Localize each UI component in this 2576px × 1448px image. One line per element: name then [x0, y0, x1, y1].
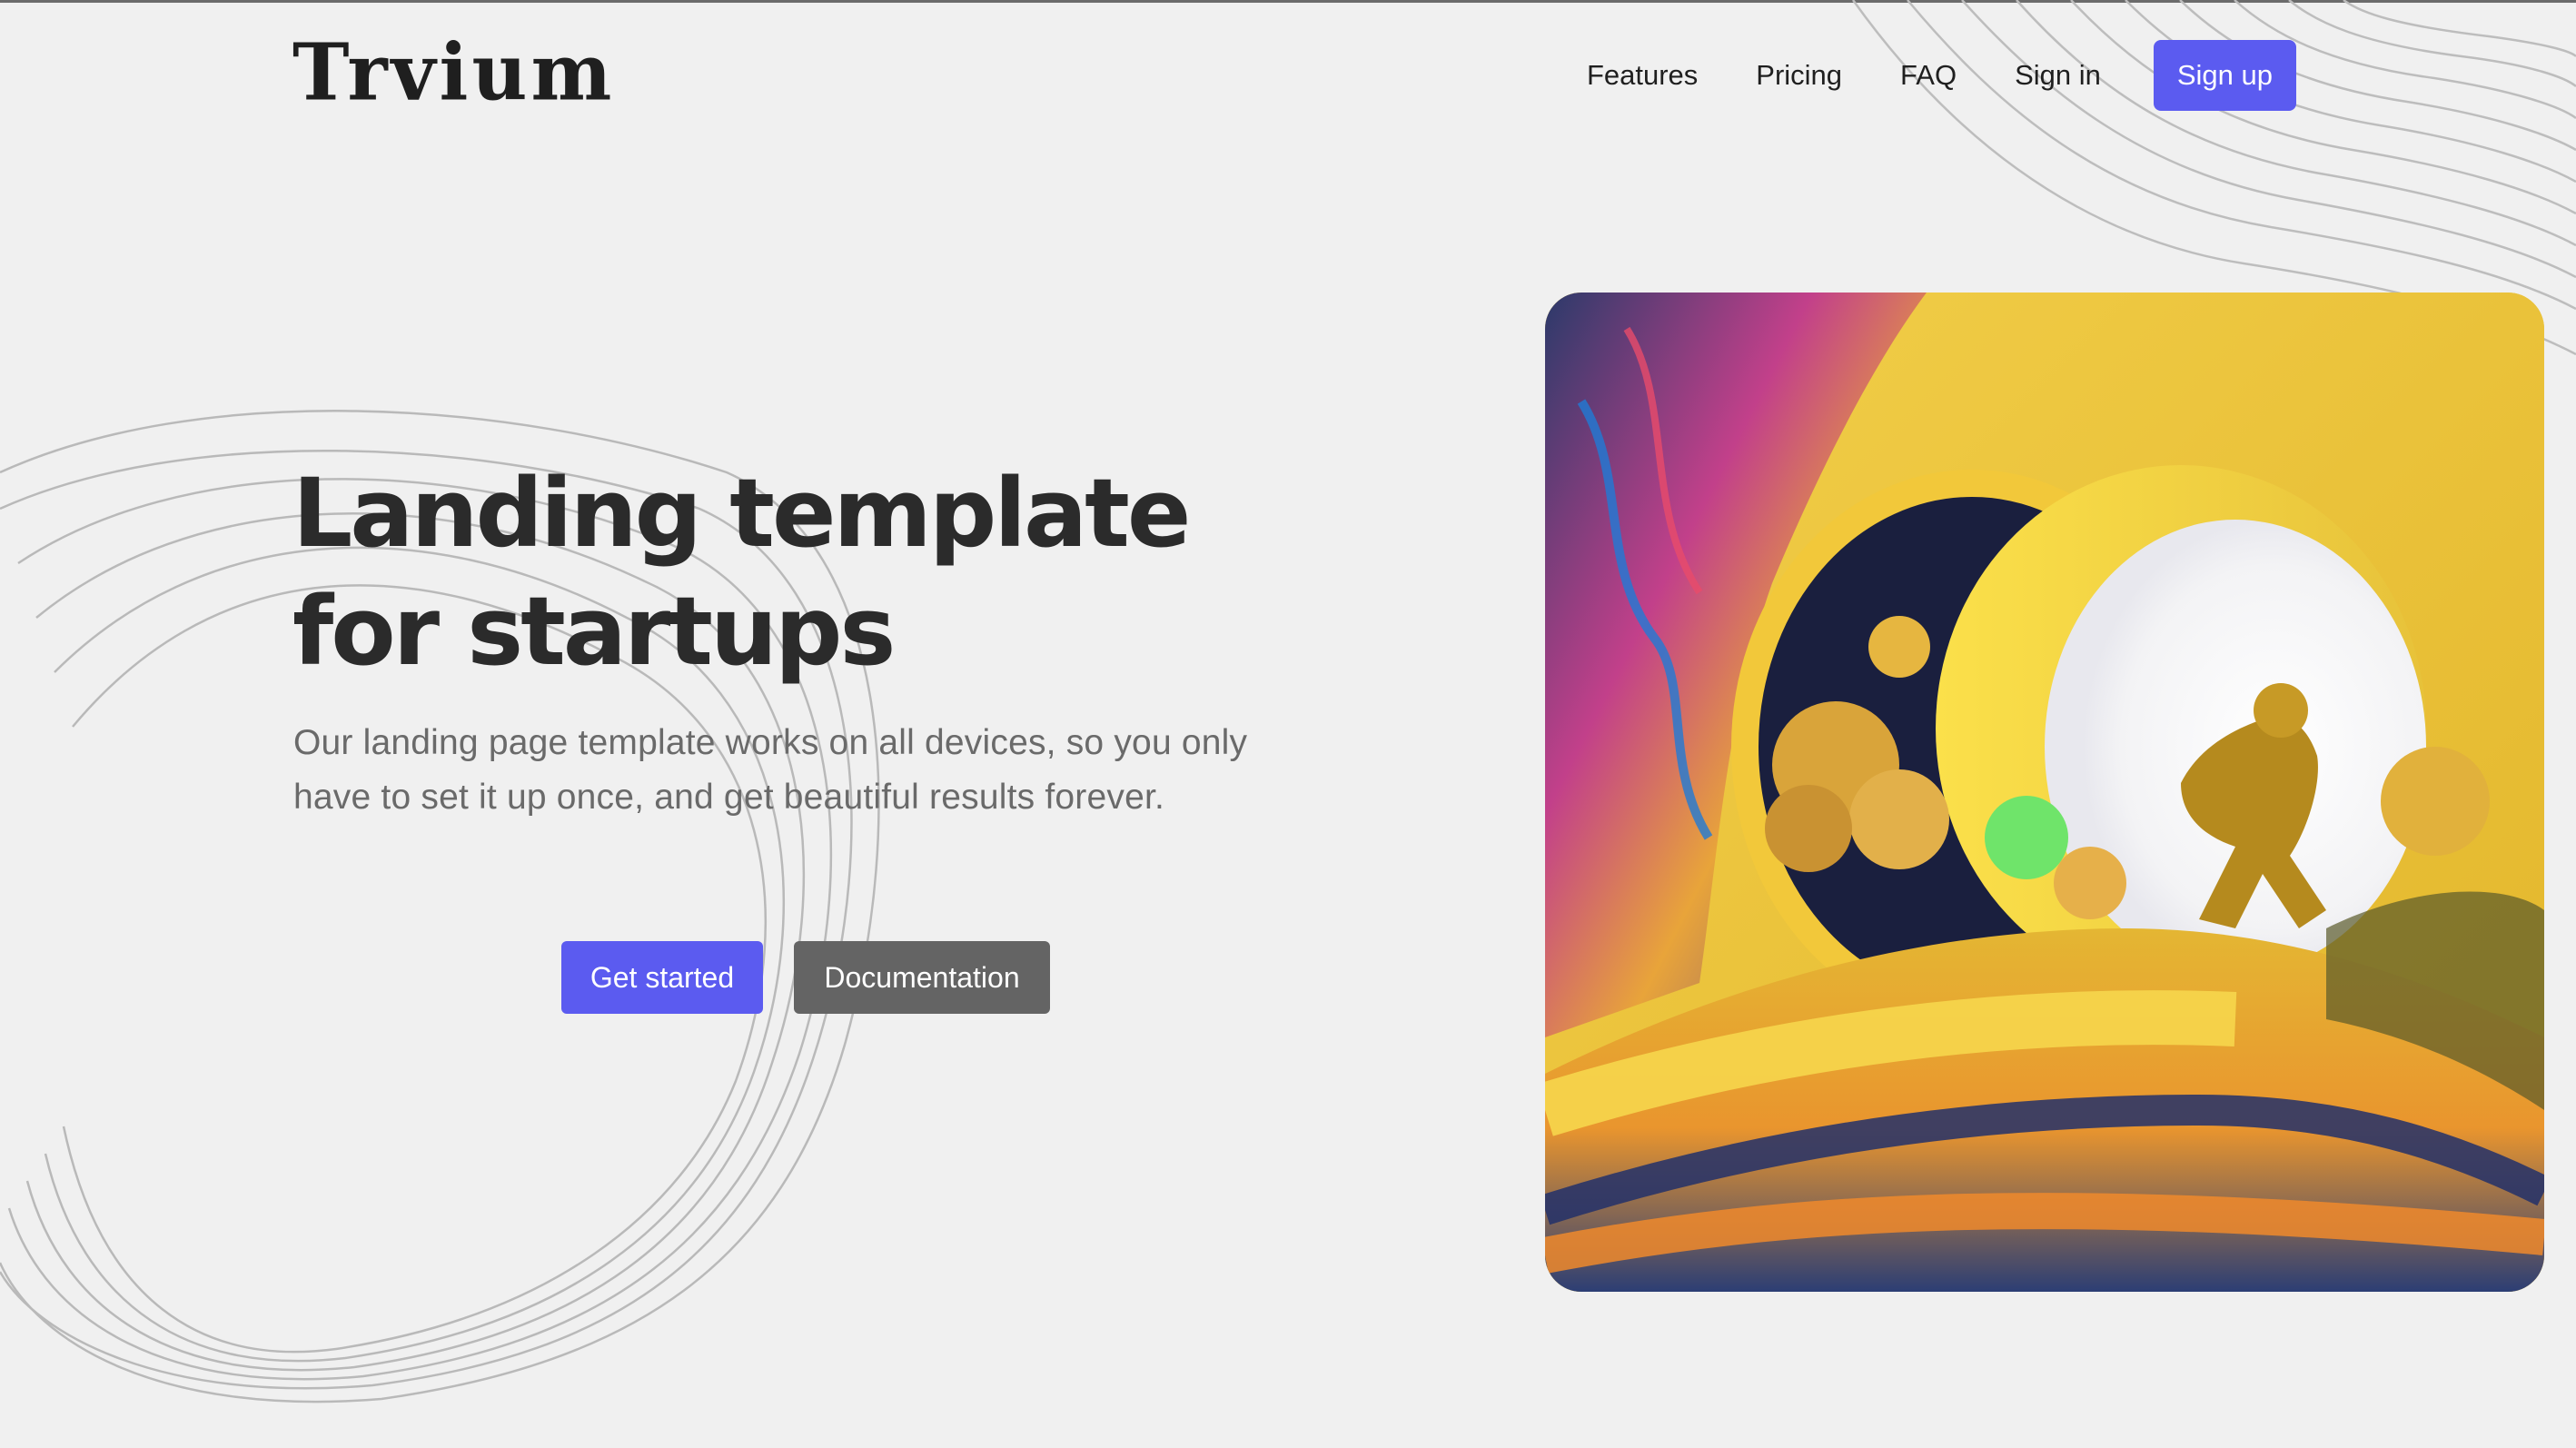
logo[interactable]: Trvium	[292, 30, 615, 115]
documentation-button[interactable]: Documentation	[794, 941, 1050, 1014]
nav-link-faq[interactable]: FAQ	[1900, 40, 1957, 111]
top-nav: Features Pricing FAQ Sign in Sign up	[1587, 40, 2296, 111]
sign-up-button[interactable]: Sign up	[2153, 40, 2296, 111]
get-started-button[interactable]: Get started	[561, 941, 763, 1014]
cta-row: Get started Documentation	[561, 941, 1050, 1014]
hero-subtitle: Our landing page template works on all d…	[293, 723, 1248, 817]
nav-link-pricing[interactable]: Pricing	[1756, 40, 1842, 111]
astronaut-illustration-icon	[1545, 293, 2544, 1292]
top-border	[0, 0, 2576, 3]
hero-title: Landing template for startups	[292, 458, 1191, 687]
nav-link-sign-in[interactable]: Sign in	[2015, 40, 2101, 111]
nav-link-features[interactable]: Features	[1587, 40, 1698, 111]
hero-image	[1545, 293, 2544, 1292]
